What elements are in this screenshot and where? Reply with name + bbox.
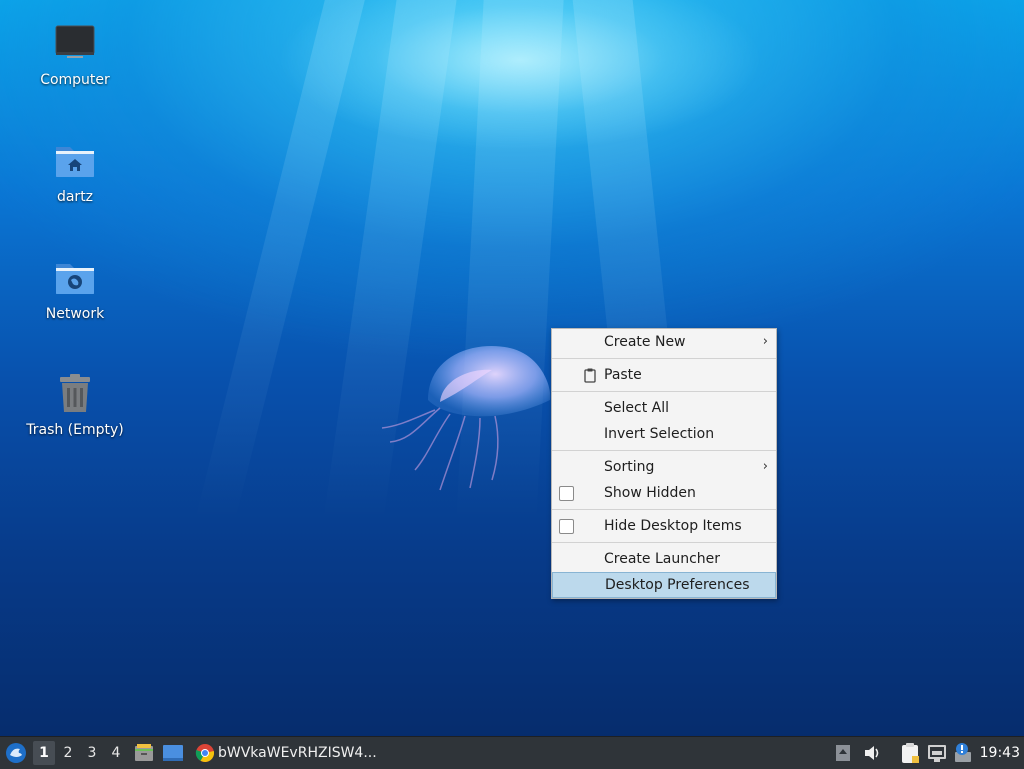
trash-icon	[60, 374, 90, 412]
taskbar: 1 2 3 4 bWVkaWEvRHZISW4... 19:43	[0, 736, 1024, 769]
menu-separator	[552, 450, 776, 451]
desktop-icon-trash[interactable]: Trash (Empty)	[20, 372, 130, 438]
show-hidden-checkbox[interactable]	[559, 486, 574, 501]
paste-icon	[584, 368, 596, 383]
menu-item-label: Invert Selection	[604, 426, 715, 442]
menu-item-paste[interactable]: Paste	[552, 362, 776, 388]
menu-item-hide-desktop-items[interactable]: Hide Desktop Items	[552, 513, 776, 539]
workspace-4[interactable]: 4	[105, 741, 127, 765]
menu-item-invert-selection[interactable]: Invert Selection	[552, 421, 776, 447]
computer-icon	[55, 25, 95, 58]
task-title: bWVkaWEvRHZISW4...	[218, 745, 377, 761]
menu-item-desktop-preferences[interactable]: Desktop Preferences	[552, 572, 776, 598]
desktop-background[interactable]: Computer dartz Network Trash (Empty) Cre…	[0, 0, 1024, 736]
desktop-icon-computer[interactable]: Computer	[20, 22, 130, 88]
workspace-2[interactable]: 2	[57, 741, 79, 765]
workspace-1[interactable]: 1	[33, 741, 55, 765]
show-desktop-icon[interactable]	[162, 743, 184, 763]
jellyfish-wallpaper	[381, 345, 551, 491]
taskbar-task-button[interactable]: bWVkaWEvRHZISW4...	[193, 737, 383, 769]
menu-item-label: Show Hidden	[604, 485, 696, 501]
volume-icon[interactable]	[862, 743, 882, 763]
clipboard-icon[interactable]	[900, 742, 920, 764]
network-icon[interactable]	[927, 743, 947, 763]
desktop-icon-home[interactable]: dartz	[20, 139, 130, 205]
menu-item-label: Paste	[604, 367, 642, 383]
menu-item-label: Create Launcher	[604, 551, 721, 567]
home-folder-icon	[56, 147, 94, 177]
chevron-right-icon: ›	[762, 459, 768, 474]
scroll-up-icon[interactable]	[835, 744, 851, 762]
desktop-icon-label: Computer	[40, 72, 110, 88]
menu-separator	[552, 542, 776, 543]
network-folder-icon	[56, 264, 94, 294]
menu-item-show-hidden[interactable]: Show Hidden	[552, 480, 776, 506]
desktop-context-menu: Create New › Paste Select All Invert Sel…	[551, 328, 777, 599]
clock[interactable]: 19:43	[980, 737, 1020, 769]
workspace-3[interactable]: 3	[81, 741, 103, 765]
app-menu-icon[interactable]	[5, 742, 27, 764]
chevron-right-icon: ›	[762, 334, 768, 349]
menu-item-label: Hide Desktop Items	[604, 518, 742, 534]
menu-item-create-launcher[interactable]: Create Launcher	[552, 546, 776, 572]
file-manager-icon[interactable]	[134, 743, 154, 763]
menu-item-label: Select All	[604, 400, 669, 416]
menu-item-create-new[interactable]: Create New ›	[552, 329, 776, 355]
desktop-icon-label: Trash (Empty)	[26, 422, 124, 438]
menu-item-sorting[interactable]: Sorting ›	[552, 454, 776, 480]
menu-item-label: Desktop Preferences	[605, 577, 750, 593]
update-notifier-icon[interactable]	[953, 742, 973, 764]
chrome-icon	[195, 744, 215, 763]
desktop-icon-label: Network	[45, 306, 105, 322]
menu-item-label: Sorting	[604, 459, 655, 475]
menu-separator	[552, 391, 776, 392]
desktop-icon-label: dartz	[56, 189, 94, 205]
menu-separator	[552, 509, 776, 510]
hide-desktop-items-checkbox[interactable]	[559, 519, 574, 534]
menu-item-select-all[interactable]: Select All	[552, 395, 776, 421]
menu-item-label: Create New	[604, 334, 686, 350]
menu-separator	[552, 358, 776, 359]
desktop-icon-network[interactable]: Network	[20, 256, 130, 322]
